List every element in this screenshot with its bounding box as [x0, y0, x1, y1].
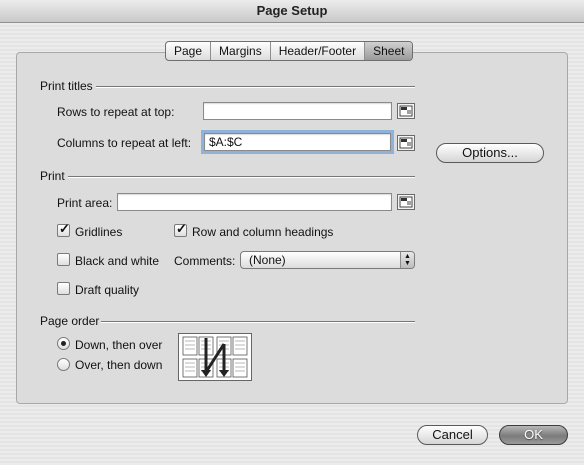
- gridlines-label: Gridlines: [75, 225, 123, 239]
- page-order-heading: Page order: [40, 314, 100, 328]
- comments-label: Comments:: [174, 254, 236, 268]
- print-area-collapse-button[interactable]: [397, 194, 415, 210]
- page-order-divider: [101, 321, 415, 323]
- ok-button[interactable]: OK: [499, 425, 568, 445]
- rows-repeat-label: Rows to repeat at top:: [57, 105, 175, 119]
- tab-margins[interactable]: Margins: [211, 42, 271, 60]
- down-then-over-label: Down, then over: [75, 338, 163, 352]
- print-area-label: Print area:: [57, 196, 113, 210]
- checkmark-icon: ✓: [59, 221, 70, 236]
- rows-repeat-field[interactable]: [203, 102, 392, 120]
- comments-value: (None): [249, 253, 286, 267]
- over-then-down-label: Over, then down: [75, 358, 163, 372]
- tab-sheet[interactable]: Sheet: [365, 42, 413, 60]
- tab-bar: Page Margins Header/Footer Sheet: [165, 41, 414, 61]
- window-title: Page Setup: [0, 0, 584, 23]
- draft-quality-checkbox[interactable]: [57, 282, 70, 295]
- down-then-over-radio[interactable]: [57, 337, 70, 350]
- black-white-label: Black and white: [75, 254, 160, 268]
- tab-page[interactable]: Page: [166, 42, 212, 60]
- gridlines-checkbox[interactable]: ✓: [57, 221, 70, 237]
- columns-repeat-label: Columns to repeat at left:: [57, 136, 192, 150]
- columns-collapse-button[interactable]: [397, 135, 415, 151]
- print-titles-heading: Print titles: [40, 79, 93, 93]
- page-order-diagram-icon: [178, 333, 252, 381]
- rows-collapse-button[interactable]: [397, 103, 415, 119]
- cancel-button[interactable]: Cancel: [417, 425, 488, 445]
- page-setup-dialog: Page Setup Page Margins Header/Footer Sh…: [0, 0, 584, 465]
- row-col-headings-checkbox[interactable]: ✓: [174, 221, 187, 237]
- comments-select[interactable]: (None) ▲ ▼: [240, 251, 415, 269]
- collapse-dialog-icon: [399, 196, 413, 208]
- checkmark-icon: ✓: [176, 221, 187, 236]
- collapse-dialog-icon: [399, 105, 413, 117]
- over-then-down-radio[interactable]: [57, 358, 70, 371]
- print-heading: Print: [40, 169, 65, 183]
- collapse-dialog-icon: [399, 137, 413, 149]
- draft-quality-label: Draft quality: [75, 283, 140, 297]
- select-arrows-icon: ▲ ▼: [400, 252, 414, 268]
- print-divider: [68, 176, 415, 178]
- print-area-field[interactable]: [117, 193, 392, 211]
- options-button[interactable]: Options...: [436, 143, 544, 163]
- row-col-headings-label: Row and column headings: [192, 225, 334, 239]
- tab-header-footer[interactable]: Header/Footer: [271, 42, 366, 60]
- columns-repeat-field[interactable]: $A:$C: [201, 130, 394, 154]
- black-white-checkbox[interactable]: [57, 253, 70, 266]
- print-titles-divider: [96, 86, 415, 88]
